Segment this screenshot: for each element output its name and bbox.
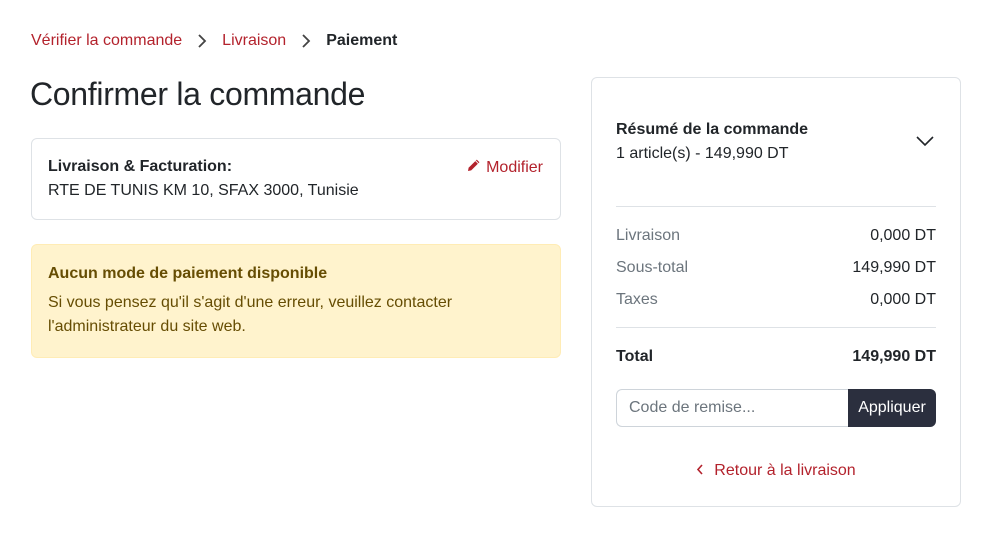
shipping-address: RTE DE TUNIS KM 10, SFAX 3000, Tunisie xyxy=(48,182,359,199)
row-label: Taxes xyxy=(616,291,658,308)
apply-discount-button[interactable]: Appliquer xyxy=(848,389,936,427)
divider xyxy=(616,206,936,207)
row-value: 149,990 DT xyxy=(852,259,936,276)
shipping-billing-card: Livraison & Facturation: RTE DE TUNIS KM… xyxy=(31,138,561,220)
row-value: 0,000 DT xyxy=(870,291,936,308)
back-label: Retour à la livraison xyxy=(714,462,856,479)
alert-message: Si vous pensez qu'il s'agit d'une erreur… xyxy=(48,291,544,339)
summary-title: Résumé de la commande xyxy=(616,121,809,138)
breadcrumb-verify-order[interactable]: Vérifier la commande xyxy=(31,32,182,50)
divider xyxy=(616,327,936,328)
summary-row-total: Total 149,990 DT xyxy=(616,348,936,366)
summary-row-shipping: Livraison 0,000 DT xyxy=(616,227,936,245)
total-label: Total xyxy=(616,348,654,365)
row-label: Sous-total xyxy=(616,259,689,276)
row-label: Livraison xyxy=(616,227,681,244)
alert-message-line: Si vous pensez qu'il s'agit d'une erreur… xyxy=(48,294,453,311)
total-value: 149,990 DT xyxy=(852,348,936,365)
order-summary-panel: Résumé de la commande 1 article(s) - 149… xyxy=(591,77,961,507)
alert-message-line: l'administrateur du site web. xyxy=(48,318,246,335)
discount-code-input[interactable] xyxy=(616,389,848,427)
discount-form: Appliquer xyxy=(616,389,936,427)
chevron-right-icon xyxy=(286,32,326,50)
chevron-down-icon[interactable] xyxy=(916,134,934,152)
summary-subtitle: 1 article(s) - 149,990 DT xyxy=(616,145,789,162)
page-title: Confirmer la commande xyxy=(30,76,366,112)
summary-header: Résumé de la commande 1 article(s) - 149… xyxy=(616,121,808,163)
back-to-shipping-link[interactable]: Retour à la livraison xyxy=(592,462,960,480)
modify-link[interactable]: Modifier xyxy=(467,158,543,177)
row-value: 0,000 DT xyxy=(870,227,936,244)
summary-row-taxes: Taxes 0,000 DT xyxy=(616,291,936,309)
pencil-icon xyxy=(467,158,481,177)
no-payment-alert: Aucun mode de paiement disponible Si vou… xyxy=(31,244,561,358)
chevron-right-icon xyxy=(182,32,222,50)
breadcrumb: Vérifier la commande Livraison Paiement xyxy=(31,32,397,50)
chevron-left-icon xyxy=(696,462,704,480)
summary-row-subtotal: Sous-total 149,990 DT xyxy=(616,259,936,277)
breadcrumb-shipping[interactable]: Livraison xyxy=(222,32,286,50)
alert-title: Aucun mode de paiement disponible xyxy=(48,265,328,282)
modify-label: Modifier xyxy=(486,158,543,176)
breadcrumb-current-payment: Paiement xyxy=(326,32,398,49)
